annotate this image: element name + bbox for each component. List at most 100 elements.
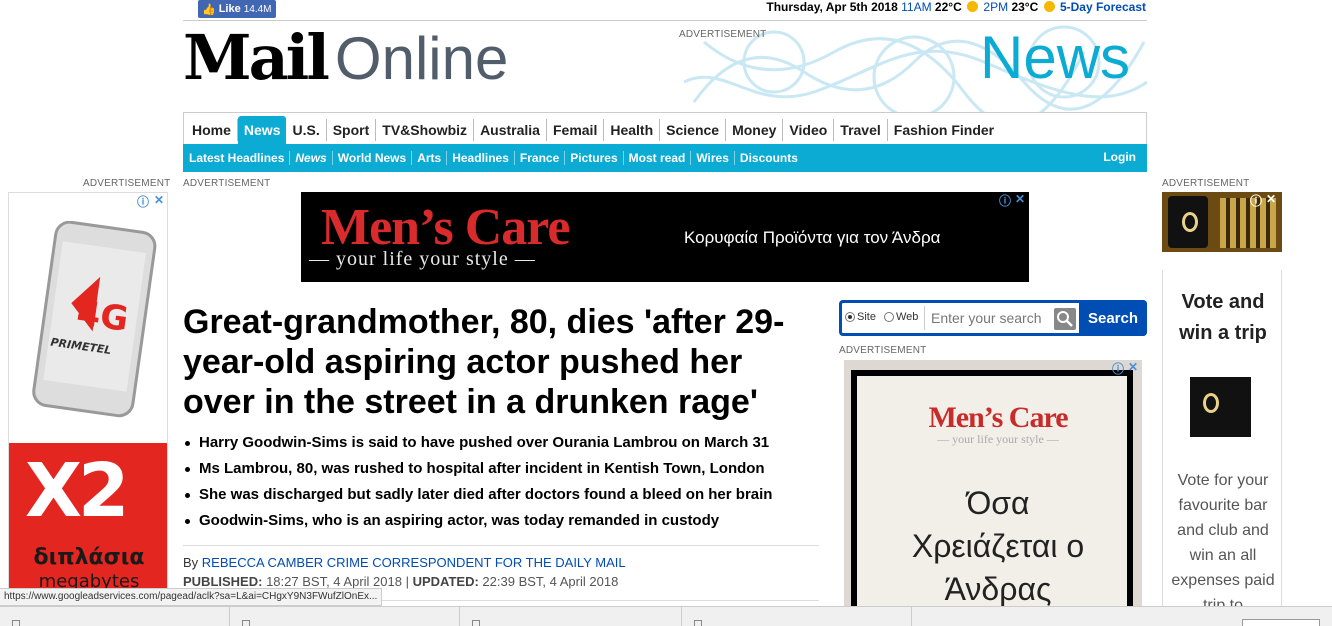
ad-greek-line: Όσα [966, 485, 1030, 521]
subnav-item-wires[interactable]: Wires [691, 151, 735, 165]
file-icon [242, 620, 250, 626]
divider [183, 20, 1147, 21]
nav-item-femail[interactable]: Femail [547, 119, 605, 141]
thumbs-up-icon: 👍 [202, 3, 216, 16]
ad-info-icon[interactable]: ⓘ [1112, 360, 1124, 377]
weather-time-1: 11AM [901, 0, 932, 14]
promo-description: Vote for your favourite bar and club and… [1171, 472, 1275, 614]
summary-bullet: Goodwin-Sims, who is an aspiring actor, … [183, 508, 823, 534]
facebook-like-button[interactable]: 👍 Like 14.4M [198, 0, 276, 18]
nav-item-fashion-finder[interactable]: Fashion Finder [888, 119, 1000, 141]
divider [183, 545, 819, 546]
mens-care-banner-ad[interactable]: ⓘ ✕ Men’s Care — your life your style — … [301, 192, 1029, 282]
vote-promo-card[interactable]: Vote and win a trip Vote for your favour… [1162, 270, 1282, 615]
published-date: 18:27 BST, 4 April 2018 [266, 574, 402, 589]
ad-info-icon[interactable]: ⓘ [137, 193, 149, 210]
logo-mail: Mail [183, 21, 330, 94]
search-option-site[interactable]: Site [845, 311, 876, 323]
ad-close-icon[interactable]: ✕ [1015, 192, 1025, 206]
stoli-logo [1168, 196, 1208, 248]
ad-tagline: — your life your style — [309, 248, 536, 270]
show-all-button[interactable] [1242, 619, 1320, 626]
forecast-link[interactable]: 5-Day Forecast [1060, 0, 1146, 14]
like-label: Like [218, 3, 241, 15]
browser-status-url: https://www.googleadservices.com/pagead/… [0, 588, 383, 606]
ad-greek-line: Άνδρας [944, 571, 1052, 607]
search-icon[interactable] [1054, 308, 1076, 330]
subnav-item-latest-headlines[interactable]: Latest Headlines [184, 151, 291, 165]
subnav-item-arts[interactable]: Arts [412, 151, 448, 165]
download-item[interactable] [682, 607, 912, 626]
nav-item-sport[interactable]: Sport [327, 119, 377, 141]
mens-care-box-ad[interactable]: Men’s Care — your life your style — Όσα … [844, 360, 1142, 610]
network-text: 4G [74, 293, 131, 340]
download-item[interactable] [0, 607, 230, 626]
file-icon [12, 620, 20, 626]
mailonline-logo[interactable]: Mail Online [183, 21, 509, 94]
stoli-o-mark [1203, 393, 1219, 413]
phone-illustration: 4G PRIMETEL [32, 221, 157, 418]
nav-item-u-s[interactable]: U.S. [286, 119, 327, 141]
summary-bullet: Harry Goodwin-Sims is said to have pushe… [183, 430, 823, 456]
search-option-web[interactable]: Web [884, 311, 918, 323]
advertisement-label: ADVERTISEMENT [83, 178, 171, 189]
ad-greek-text: Κορυφαία Προϊόντα για τον Άνδρα [684, 228, 941, 247]
subnav-item-discounts[interactable]: Discounts [735, 151, 803, 165]
section-title: News [980, 24, 1131, 91]
byline: By REBECCA CAMBER CRIME CORRESPONDENT FO… [183, 555, 626, 570]
greek-text: διπλάσια [33, 545, 145, 570]
download-item[interactable] [230, 607, 460, 626]
nav-item-health[interactable]: Health [604, 119, 661, 141]
stoli-logo [1190, 377, 1251, 437]
logo-online: Online [334, 25, 509, 92]
nav-item-news[interactable]: News [237, 116, 287, 144]
by-label: By [183, 555, 199, 570]
stoli-banner-ad[interactable]: ⓘ ✕ [1162, 192, 1282, 252]
article-summary-bullets: Harry Goodwin-Sims is said to have pushe… [183, 430, 823, 534]
published-label: PUBLISHED: [183, 574, 263, 589]
download-item[interactable] [460, 607, 682, 626]
subnav-item-most-read[interactable]: Most read [624, 151, 692, 165]
author-link[interactable]: REBECCA CAMBER CRIME CORRESPONDENT FOR T… [202, 555, 626, 570]
left-sidebar-ad[interactable]: ⓘ ✕ 4G PRIMETEL X2 διπλάσια megabytes [8, 192, 168, 592]
like-count: 14.4M [243, 3, 272, 15]
browser-bottom-bar [0, 606, 1332, 626]
file-icon [694, 620, 702, 626]
subnav-item-pictures[interactable]: Pictures [565, 151, 624, 165]
ad-info-icon[interactable]: ⓘ [999, 192, 1011, 209]
option-label: Site [857, 311, 876, 323]
nav-item-travel[interactable]: Travel [834, 119, 888, 141]
sun-icon [967, 1, 979, 12]
nav-item-australia[interactable]: Australia [474, 119, 547, 141]
page: 👍 Like 14.4M Thursday, Apr 5th 2018 11AM… [0, 0, 1332, 626]
weather-time-2: 2PM [983, 0, 1009, 14]
ad-info-icon[interactable]: ⓘ [1250, 192, 1262, 209]
subnav-item-world-news[interactable]: World News [333, 151, 413, 165]
x2-text: X2 [25, 448, 130, 534]
login-link[interactable]: Login [1103, 150, 1136, 164]
ad-close-icon[interactable]: ✕ [1266, 192, 1276, 206]
nav-item-video[interactable]: Video [783, 119, 835, 141]
radio-selected-icon[interactable] [845, 312, 855, 322]
subnav-item-news[interactable]: News [290, 151, 333, 165]
nav-item-science[interactable]: Science [660, 119, 727, 141]
stoli-o-mark [1182, 212, 1198, 232]
subnav-item-france[interactable]: France [515, 151, 566, 165]
nav-item-tv-showbiz[interactable]: TV&Showbiz [376, 119, 475, 141]
option-label: Web [896, 311, 919, 323]
weather-temp-2: 23°C [1011, 0, 1039, 14]
ad-close-icon[interactable]: ✕ [1128, 360, 1138, 374]
subnav-item-headlines[interactable]: Headlines [447, 151, 515, 165]
file-icon [472, 620, 480, 626]
article-headline: Great-grandmother, 80, dies 'after 29-ye… [183, 303, 785, 421]
nav-item-money[interactable]: Money [726, 119, 784, 141]
secondary-nav: Latest Headlines News World News Arts Headli… [183, 144, 1147, 172]
promo-title: Vote and win a trip [1179, 291, 1267, 344]
radio-icon[interactable] [884, 312, 894, 322]
nav-item-home[interactable]: Home [186, 119, 238, 141]
search-button[interactable]: Search [1079, 300, 1147, 336]
ad-close-icon[interactable]: ✕ [154, 193, 164, 207]
ad-greek-line: Χρειάζεται ο [911, 528, 1085, 564]
advertisement-label: ADVERTISEMENT [1162, 178, 1250, 189]
updated-date: 22:39 BST, 4 April 2018 [482, 574, 619, 589]
